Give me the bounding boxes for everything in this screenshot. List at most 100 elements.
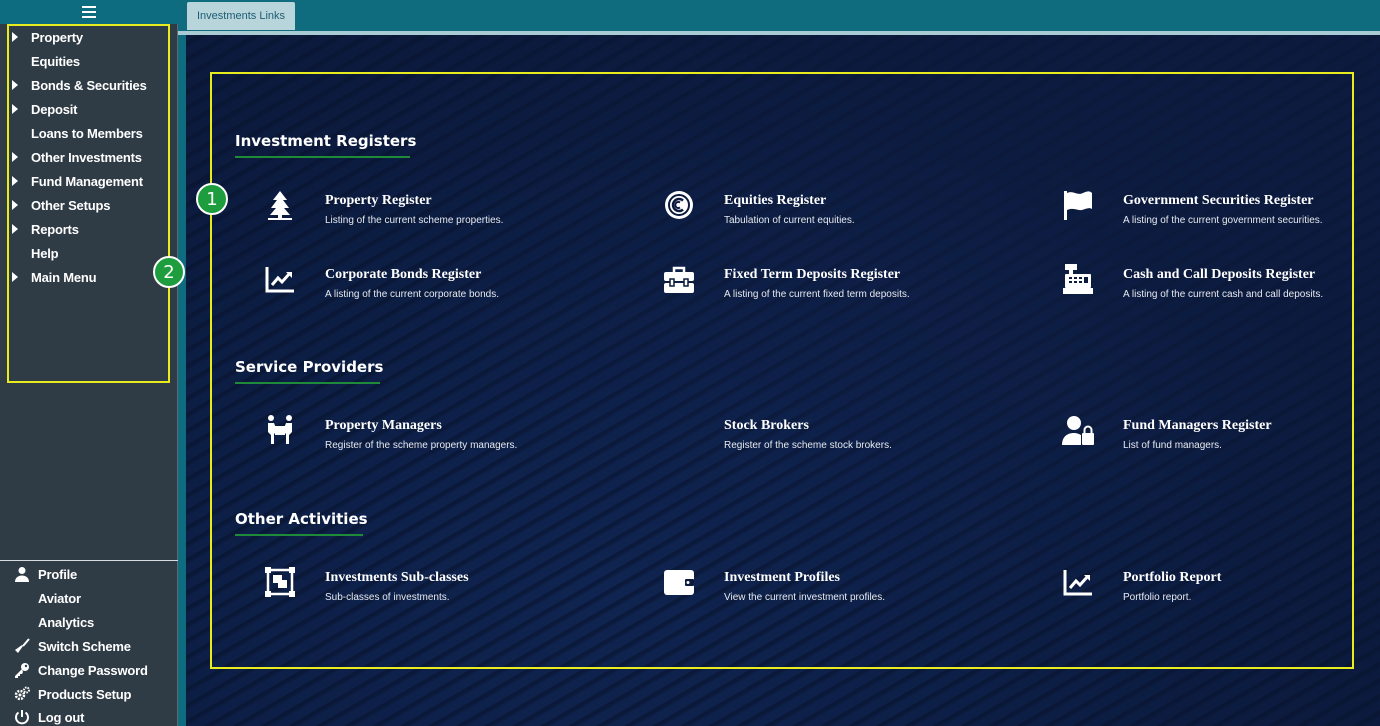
tab-investments-links[interactable]: Investments Links xyxy=(187,2,295,30)
nav-item-label: Help xyxy=(31,245,59,261)
toolbox-icon xyxy=(662,262,696,296)
nav-item-label: Bonds & Securities xyxy=(31,77,147,93)
people-carry-icon xyxy=(263,413,297,447)
section-title-other-activities: Other Activities xyxy=(235,510,368,528)
cogs-icon xyxy=(12,686,31,702)
nav-item-main-menu[interactable]: Main Menu xyxy=(12,266,97,288)
nav-item-label: Property xyxy=(31,29,83,45)
caret-right-icon xyxy=(12,152,18,162)
card-cash-and-call-deposits-register[interactable]: Cash and Call Deposits Register A listin… xyxy=(1061,262,1380,312)
card-title: Fund Managers Register xyxy=(1123,418,1272,433)
products-setup-link[interactable]: Products Setup xyxy=(12,683,131,705)
top-bar xyxy=(178,0,1380,32)
card-equities-register[interactable]: Equities Register Tabulation of current … xyxy=(662,188,992,238)
card-title: Portfolio Report xyxy=(1123,570,1222,585)
menu-toggle-button[interactable] xyxy=(0,0,178,24)
bottom-item-label: Analytics xyxy=(38,614,95,630)
card-description: Register of the scheme property managers… xyxy=(325,440,518,451)
card-investments-sub-classes[interactable]: Investments Sub-classes Sub-classes of i… xyxy=(263,565,593,615)
copyright-icon xyxy=(662,188,696,222)
object-group-icon xyxy=(263,565,297,599)
content-left-strip xyxy=(178,35,186,726)
nav-item-equities[interactable]: Equities xyxy=(12,50,80,72)
section-title-service-providers: Service Providers xyxy=(235,358,384,376)
nav-item-label: Other Investments xyxy=(31,149,142,165)
card-title: Property Register xyxy=(325,193,432,208)
card-portfolio-report[interactable]: Portfolio Report Portfolio report. xyxy=(1061,565,1380,615)
card-title: Stock Brokers xyxy=(724,418,809,433)
card-description: Sub-classes of investments. xyxy=(325,592,450,603)
card-title: Property Managers xyxy=(325,418,442,433)
annotation-badge-1: 1 xyxy=(196,183,228,215)
flag-icon xyxy=(1061,188,1095,222)
nav-item-fund-management[interactable]: Fund Management xyxy=(12,170,143,192)
caret-right-icon xyxy=(12,200,18,210)
line-chart-icon xyxy=(1061,565,1095,599)
card-title: Fixed Term Deposits Register xyxy=(724,267,901,282)
card-investment-profiles[interactable]: Investment Profiles View the current inv… xyxy=(662,565,992,615)
switch-scheme-link[interactable]: Switch Scheme xyxy=(12,635,131,657)
nav-item-label: Loans to Members xyxy=(31,125,143,141)
card-description: View the current investment profiles. xyxy=(724,592,886,603)
bottom-item-label: Aviator xyxy=(38,590,81,606)
card-description: Listing of the current scheme properties… xyxy=(325,215,504,226)
card-description: List of fund managers. xyxy=(1123,440,1222,451)
nav-item-label: Reports xyxy=(31,221,79,237)
log-out-link[interactable]: Log out xyxy=(12,706,84,726)
card-property-managers[interactable]: Property Managers Register of the scheme… xyxy=(263,413,593,463)
annotation-badge-2: 2 xyxy=(153,256,185,288)
card-description: A listing of the current corporate bonds… xyxy=(325,289,499,300)
sidebar-divider xyxy=(0,560,178,561)
wallet-icon xyxy=(662,565,696,599)
nav-item-label: Equities xyxy=(31,53,80,69)
card-fixed-term-deposits-register[interactable]: Fixed Term Deposits Register A listing o… xyxy=(662,262,992,312)
analytics-link[interactable]: Analytics xyxy=(12,611,94,633)
section-underline xyxy=(235,382,380,384)
power-icon xyxy=(12,709,31,725)
nav-item-other-setups[interactable]: Other Setups xyxy=(12,194,110,216)
nav-item-other-investments[interactable]: Other Investments xyxy=(12,146,142,168)
caret-right-icon xyxy=(12,224,18,234)
change-password-link[interactable]: Change Password xyxy=(12,659,148,681)
card-description: A listing of the current cash and call d… xyxy=(1123,289,1324,300)
nav-item-help[interactable]: Help xyxy=(12,242,59,264)
bottom-item-label: Profile xyxy=(38,566,78,582)
key-icon xyxy=(12,662,31,678)
card-title: Equities Register xyxy=(724,193,827,208)
nav-item-deposit[interactable]: Deposit xyxy=(12,98,77,120)
section-underline xyxy=(235,534,363,536)
card-description: A listing of the current government secu… xyxy=(1123,215,1323,226)
caret-right-icon xyxy=(12,32,18,42)
sidebar: Property Equities Bonds & Securities Dep… xyxy=(0,0,178,726)
card-title: Investment Profiles xyxy=(724,570,840,585)
caret-right-icon xyxy=(12,104,18,114)
card-property-register[interactable]: Property Register Listing of the current… xyxy=(263,188,593,238)
card-title: Investments Sub-classes xyxy=(325,570,469,585)
bottom-item-label: Change Password xyxy=(38,662,148,678)
card-stock-brokers[interactable]: Stock Brokers Register of the scheme sto… xyxy=(662,413,992,463)
section-underline xyxy=(235,156,410,158)
card-description: A listing of the current fixed term depo… xyxy=(724,289,910,300)
card-description: Portfolio report. xyxy=(1123,592,1192,603)
nav-item-property[interactable]: Property xyxy=(12,26,83,48)
user-lock-icon xyxy=(1061,413,1095,447)
nav-item-bonds-securities[interactable]: Bonds & Securities xyxy=(12,74,147,96)
section-title-investment-registers: Investment Registers xyxy=(235,132,417,150)
profile-link[interactable]: Profile xyxy=(12,563,77,585)
caret-right-icon xyxy=(12,80,18,90)
aviator-link[interactable]: Aviator xyxy=(12,587,81,609)
bottom-item-label: Switch Scheme xyxy=(38,638,131,654)
hamburger-icon xyxy=(82,6,96,18)
nav-item-label: Fund Management xyxy=(31,173,143,189)
bottom-item-label: Products Setup xyxy=(38,686,132,702)
caret-right-icon xyxy=(12,176,18,186)
card-title: Government Securities Register xyxy=(1123,193,1314,208)
card-corporate-bonds-register[interactable]: Corporate Bonds Register A listing of th… xyxy=(263,262,593,312)
card-government-securities-register[interactable]: Government Securities Register A listing… xyxy=(1061,188,1380,238)
card-fund-managers-register[interactable]: Fund Managers Register List of fund mana… xyxy=(1061,413,1380,463)
nav-item-reports[interactable]: Reports xyxy=(12,218,79,240)
broom-icon xyxy=(12,638,31,654)
nav-item-loans-to-members[interactable]: Loans to Members xyxy=(12,122,143,144)
card-description: Tabulation of current equities. xyxy=(724,215,855,226)
nav-item-label: Deposit xyxy=(31,101,78,117)
